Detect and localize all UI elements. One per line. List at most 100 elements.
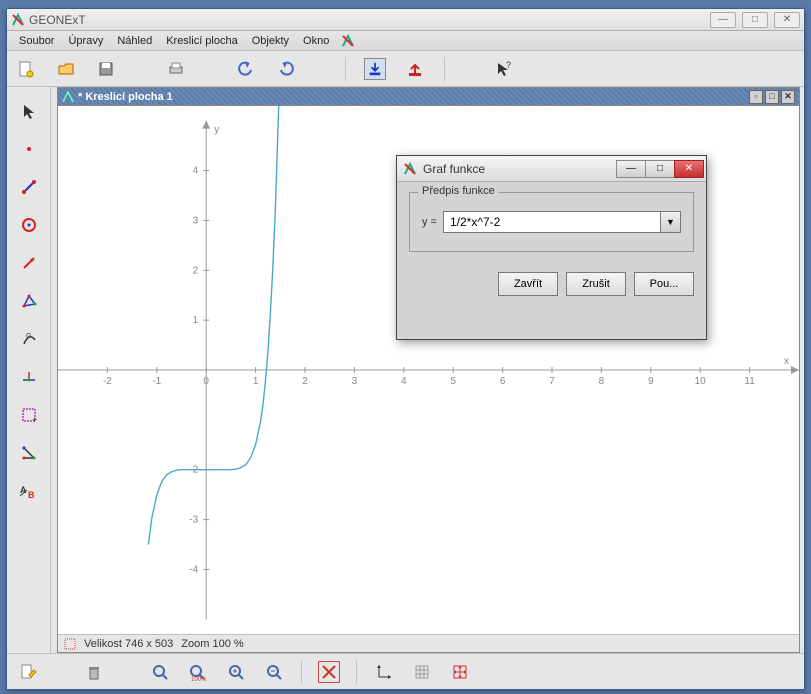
maximize-button[interactable]: □ <box>742 12 768 28</box>
formula-fieldset: Předpis funkce y = ▼ <box>409 192 694 252</box>
print-icon[interactable] <box>165 58 187 80</box>
formula-combo: ▼ <box>443 211 681 233</box>
close-button[interactable]: ✕ <box>774 12 800 28</box>
drawing-titlebar[interactable]: * Kreslicí plocha 1 ▫ □ ✕ <box>58 88 799 106</box>
snap-icon[interactable] <box>449 661 471 683</box>
svg-text:2: 2 <box>302 376 308 387</box>
svg-text:2: 2 <box>193 265 199 276</box>
dialog-max-button[interactable]: □ <box>645 160 675 178</box>
inner-close-button[interactable]: ✕ <box>781 90 795 104</box>
svg-text:-3: -3 <box>189 515 198 526</box>
inner-statusbar: Velikost 746 x 503 Zoom 100 % <box>58 634 799 652</box>
menu-upravy[interactable]: Úpravy <box>62 33 109 49</box>
svg-text:1: 1 <box>193 315 199 326</box>
svg-text:3: 3 <box>193 215 199 226</box>
edit-icon[interactable] <box>17 661 39 683</box>
bottombar: 100% <box>7 653 804 689</box>
zoom-fit-icon[interactable] <box>149 661 171 683</box>
cancel-button[interactable]: Zrušit <box>566 272 626 296</box>
drawing-logo-icon <box>62 91 74 103</box>
dialog-titlebar[interactable]: Graf funkce — □ ✕ <box>397 156 706 182</box>
svg-text:4: 4 <box>193 166 199 177</box>
help-pointer-icon[interactable]: ? <box>493 58 515 80</box>
status-size: Velikost 746 x 503 <box>84 638 173 650</box>
dropdown-icon[interactable]: ▼ <box>660 212 680 232</box>
zoom-100-icon[interactable]: 100% <box>187 661 209 683</box>
inner-min-button[interactable]: ▫ <box>749 90 763 104</box>
svg-text:?: ? <box>506 60 511 70</box>
close-dialog-button[interactable]: Zavřít <box>498 272 558 296</box>
axes-icon[interactable] <box>373 661 395 683</box>
menu-nahled[interactable]: Náhled <box>111 33 158 49</box>
angle-tool-icon[interactable] <box>17 441 41 465</box>
arrow-tool-icon[interactable] <box>17 251 41 275</box>
axes-off-icon[interactable] <box>318 661 340 683</box>
svg-text:7: 7 <box>549 376 555 387</box>
svg-text:-2: -2 <box>103 376 112 387</box>
polygon-tool-icon[interactable] <box>17 289 41 313</box>
titlebar: GEONExT — □ ✕ <box>7 9 804 31</box>
minimize-button[interactable]: — <box>710 12 736 28</box>
window-buttons: — □ ✕ <box>710 12 800 28</box>
svg-text:5: 5 <box>450 376 456 387</box>
menu-kresliciplocha[interactable]: Kreslicí plocha <box>160 33 244 49</box>
text-tool-icon[interactable]: AB <box>17 479 41 503</box>
dialog-close-button[interactable]: ✕ <box>674 160 704 178</box>
svg-text:3: 3 <box>352 376 358 387</box>
app-title: GEONExT <box>29 13 710 27</box>
pointer-tool-icon[interactable] <box>17 99 41 123</box>
y-equals-label: y = <box>422 216 437 228</box>
svg-text:100%: 100% <box>191 677 207 681</box>
svg-text:4: 4 <box>401 376 407 387</box>
export-icon[interactable] <box>404 58 426 80</box>
circle-tool-icon[interactable] <box>17 213 41 237</box>
menu-objekty[interactable]: Objekty <box>246 33 295 49</box>
svg-text:10: 10 <box>695 376 707 387</box>
trash-icon[interactable] <box>83 661 105 683</box>
svg-text:-1: -1 <box>152 376 161 387</box>
svg-text:9: 9 <box>648 376 654 387</box>
dialog-logo-icon <box>403 162 417 176</box>
svg-text:6: 6 <box>500 376 506 387</box>
svg-text:G: G <box>26 333 31 340</box>
menubar: Soubor Úpravy Náhled Kreslicí plocha Obj… <box>7 31 804 51</box>
dialog-min-button[interactable]: — <box>616 160 646 178</box>
svg-text:11: 11 <box>744 376 755 387</box>
menu-logo-icon[interactable] <box>337 30 359 52</box>
svg-text:1: 1 <box>253 376 259 387</box>
formula-input[interactable] <box>444 212 660 232</box>
select-area-tool-icon[interactable]: + <box>17 403 41 427</box>
new-file-icon[interactable] <box>15 58 37 80</box>
menu-soubor[interactable]: Soubor <box>13 33 60 49</box>
apply-button[interactable]: Pou... <box>634 272 694 296</box>
toolbox: G + AB <box>7 87 51 653</box>
svg-text:x: x <box>784 356 789 367</box>
svg-text:y: y <box>214 125 219 136</box>
import-icon[interactable] <box>364 58 386 80</box>
perpendicular-tool-icon[interactable] <box>17 365 41 389</box>
svg-text:8: 8 <box>599 376 605 387</box>
undo-icon[interactable] <box>235 58 257 80</box>
status-zoom: Zoom 100 % <box>181 638 243 650</box>
svg-text:B: B <box>28 490 35 499</box>
inner-max-button[interactable]: □ <box>765 90 779 104</box>
drawing-title: * Kreslicí plocha 1 <box>78 91 749 103</box>
redo-icon[interactable] <box>275 58 297 80</box>
open-file-icon[interactable] <box>55 58 77 80</box>
line-tool-icon[interactable] <box>17 175 41 199</box>
grid-icon[interactable] <box>411 661 433 683</box>
status-icon <box>64 638 76 650</box>
menu-okno[interactable]: Okno <box>297 33 335 49</box>
svg-text:-4: -4 <box>189 564 198 575</box>
point-tool-icon[interactable] <box>17 137 41 161</box>
arc-tool-icon[interactable]: G <box>17 327 41 351</box>
svg-text:+: + <box>32 415 37 424</box>
main-window: GEONExT — □ ✕ Soubor Úpravy Náhled Kresl… <box>6 8 805 690</box>
toolbar: ? <box>7 51 804 87</box>
dialog-title: Graf funkce <box>423 162 617 176</box>
fieldset-legend: Předpis funkce <box>418 185 499 197</box>
zoom-in-icon[interactable] <box>225 661 247 683</box>
zoom-out-icon[interactable] <box>263 661 285 683</box>
save-icon[interactable] <box>95 58 117 80</box>
app-logo-icon <box>11 13 25 27</box>
